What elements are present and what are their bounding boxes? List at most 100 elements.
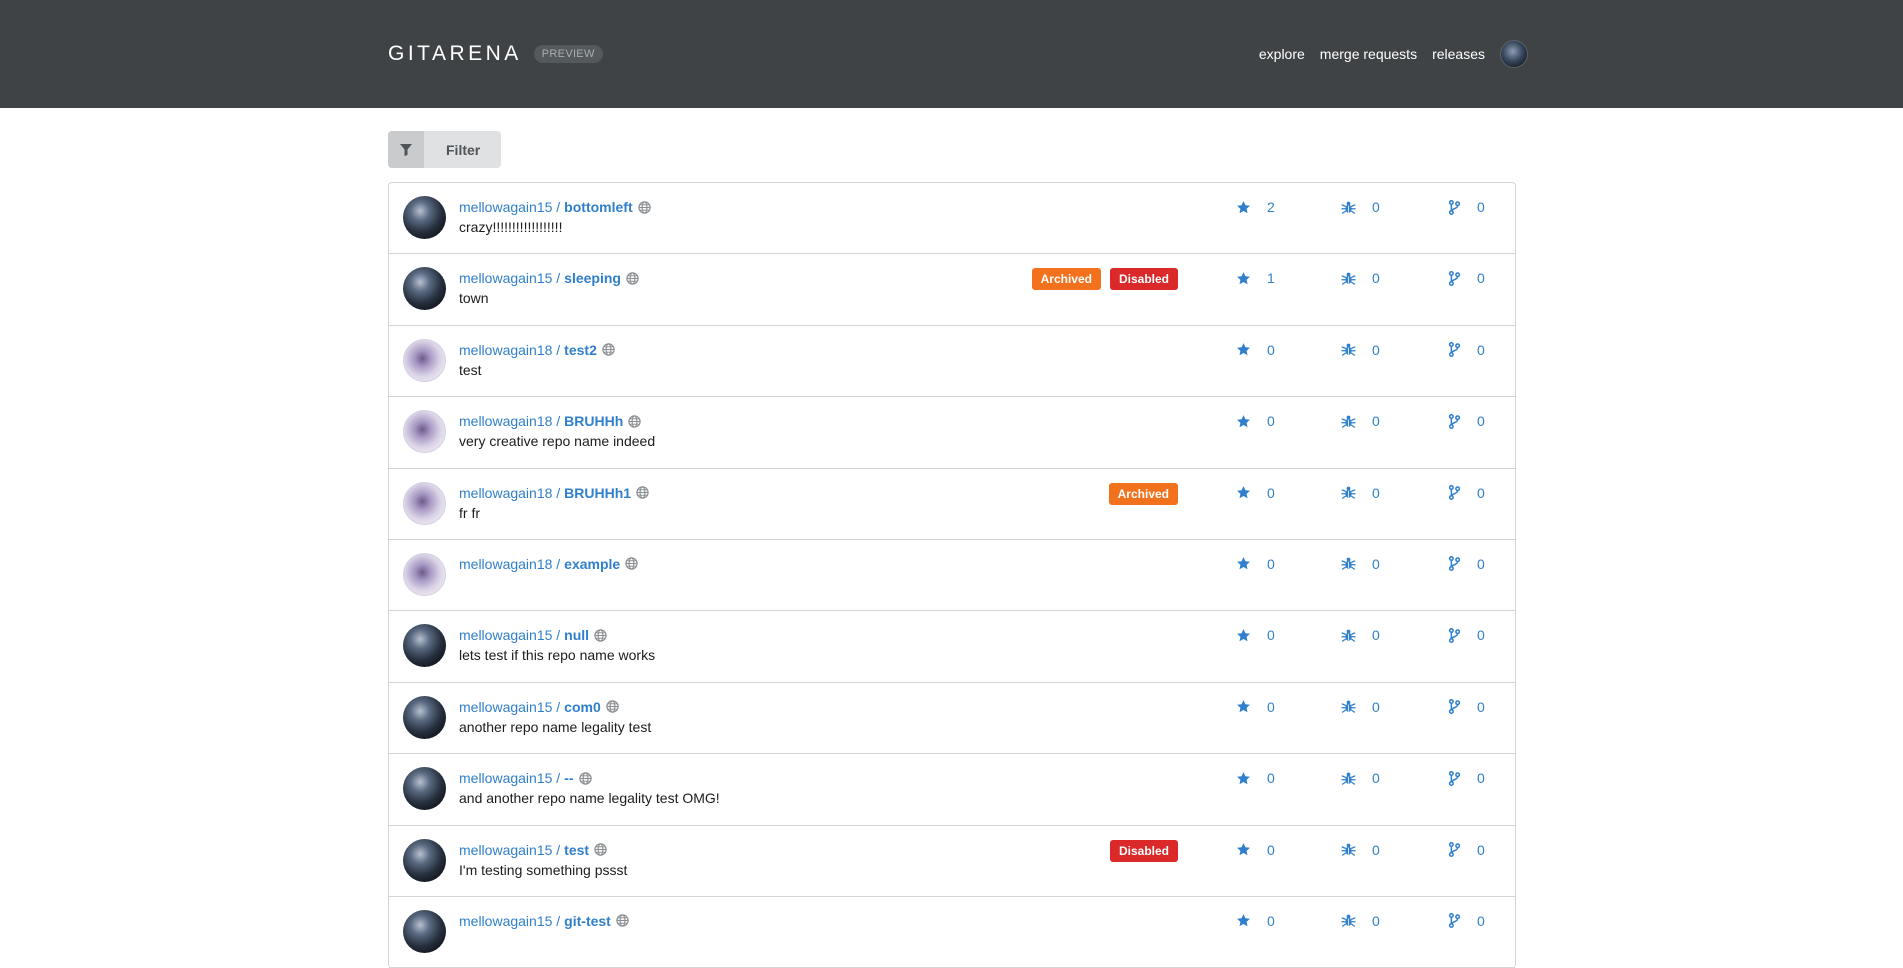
stars-count[interactable]: 0	[1236, 627, 1275, 643]
stars-value: 2	[1267, 199, 1275, 215]
repo-owner-link[interactable]: mellowagain15 /	[459, 697, 560, 717]
merge-requests-count[interactable]: 0	[1448, 199, 1485, 215]
repo-owner-link[interactable]: mellowagain15 /	[459, 768, 560, 788]
owner-avatar[interactable]	[403, 196, 446, 239]
repo-owner-link[interactable]: mellowagain15 /	[459, 625, 560, 645]
repo-name-link[interactable]: BRUHHh	[564, 411, 623, 431]
issues-count[interactable]: 0	[1341, 770, 1380, 786]
repo-title: mellowagain18 / BRUHHh1	[459, 483, 649, 503]
merge-requests-value: 0	[1477, 270, 1485, 287]
issues-count[interactable]: 0	[1341, 485, 1380, 501]
repo-name-link[interactable]: com0	[564, 697, 601, 717]
star-icon	[1236, 628, 1259, 643]
owner-avatar[interactable]	[403, 552, 446, 596]
repo-row: mellowagain15 / test I'm testing somethi…	[389, 826, 1515, 897]
user-avatar[interactable]	[1500, 40, 1528, 68]
merge-requests-count[interactable]: 0	[1448, 413, 1485, 429]
globe-icon	[602, 343, 615, 356]
merge-requests-value: 0	[1477, 484, 1485, 501]
issues-count[interactable]: 0	[1341, 842, 1380, 858]
merge-requests-count[interactable]: 0	[1448, 699, 1485, 715]
owner-avatar[interactable]	[403, 267, 446, 311]
stars-count[interactable]: 1	[1236, 270, 1275, 286]
stars-value: 1	[1267, 270, 1275, 287]
issues-count[interactable]: 0	[1341, 556, 1380, 572]
owner-avatar[interactable]	[403, 481, 446, 525]
merge-requests-count[interactable]: 0	[1448, 270, 1485, 286]
repo-owner-link[interactable]: mellowagain18 /	[459, 411, 560, 431]
owner-avatar[interactable]	[403, 838, 446, 882]
disabled-badge: Disabled	[1109, 268, 1178, 291]
issues-count[interactable]: 0	[1341, 699, 1380, 715]
stars-count[interactable]: 0	[1236, 342, 1275, 358]
merge-requests-count[interactable]: 0	[1448, 842, 1485, 858]
stars-count[interactable]: 0	[1236, 842, 1275, 858]
merge-requests-count[interactable]: 0	[1448, 770, 1485, 786]
stars-count[interactable]: 0	[1236, 770, 1275, 786]
repo-main: mellowagain15 / bottomleft crazy!!!!!!!!…	[459, 197, 651, 237]
brand[interactable]: GITARENA PREVIEW	[388, 42, 603, 66]
repo-name-link[interactable]: bottomleft	[564, 197, 632, 217]
issues-value: 0	[1372, 841, 1380, 858]
issues-count[interactable]: 0	[1341, 627, 1380, 643]
repo-owner-link[interactable]: mellowagain18 /	[459, 554, 560, 574]
merge-requests-count[interactable]: 0	[1448, 913, 1485, 929]
owner-avatar[interactable]	[403, 767, 446, 811]
filter-button[interactable]: Filter	[388, 131, 502, 168]
repo-owner-link[interactable]: mellowagain15 /	[459, 197, 560, 217]
owner-avatar[interactable]	[403, 909, 446, 953]
globe-icon	[606, 700, 619, 713]
repo-name-link[interactable]: git-test	[564, 911, 611, 931]
merge-icon	[1448, 699, 1469, 715]
repo-title: mellowagain15 / sleeping	[459, 268, 639, 288]
merge-icon	[1448, 199, 1469, 215]
star-icon	[1236, 842, 1259, 857]
star-icon	[1236, 271, 1259, 286]
stars-count[interactable]: 0	[1236, 913, 1275, 929]
bug-icon	[1341, 485, 1364, 500]
repo-name-link[interactable]: BRUHHh1	[564, 483, 631, 503]
nav-releases[interactable]: releases	[1432, 46, 1485, 62]
repo-name-link[interactable]: test2	[564, 340, 597, 360]
repo-name-link[interactable]: null	[564, 625, 589, 645]
issues-count[interactable]: 0	[1341, 413, 1380, 429]
owner-avatar[interactable]	[403, 410, 446, 454]
preview-badge: PREVIEW	[533, 45, 603, 63]
merge-requests-value: 0	[1477, 341, 1485, 358]
nav-merge-requests[interactable]: merge requests	[1320, 46, 1417, 62]
merge-requests-count[interactable]: 0	[1448, 342, 1485, 358]
repo-name-link[interactable]: example	[564, 554, 620, 574]
repo-owner-link[interactable]: mellowagain15 /	[459, 911, 560, 931]
repo-owner-link[interactable]: mellowagain18 /	[459, 483, 560, 503]
repo-row: mellowagain18 / example 0 0 0	[389, 540, 1515, 612]
merge-requests-count[interactable]: 0	[1448, 627, 1485, 643]
repo-name-link[interactable]: sleeping	[564, 268, 621, 288]
stars-count[interactable]: 0	[1236, 413, 1275, 429]
bug-icon	[1341, 842, 1364, 857]
star-icon	[1236, 342, 1259, 357]
owner-avatar[interactable]	[403, 338, 446, 382]
repo-description: another repo name legality test	[459, 718, 652, 735]
issues-count[interactable]: 0	[1341, 913, 1380, 929]
repo-owner-link[interactable]: mellowagain18 /	[459, 340, 560, 360]
repo-owner-link[interactable]: mellowagain15 /	[459, 268, 560, 288]
merge-requests-count[interactable]: 0	[1448, 556, 1485, 572]
repo-owner-link[interactable]: mellowagain15 /	[459, 840, 560, 860]
repo-name-link[interactable]: --	[564, 768, 573, 788]
stars-value: 0	[1267, 341, 1275, 358]
issues-count[interactable]: 0	[1341, 342, 1380, 358]
stars-count[interactable]: 0	[1236, 556, 1275, 572]
stars-count[interactable]: 0	[1236, 699, 1275, 715]
owner-avatar[interactable]	[403, 624, 446, 668]
brand-name[interactable]: GITARENA	[388, 42, 522, 66]
repo-name-link[interactable]: test	[564, 840, 589, 860]
repo-row: mellowagain18 / BRUHHh very creative rep…	[389, 397, 1515, 469]
issues-count[interactable]: 0	[1341, 199, 1380, 215]
repo-main: mellowagain15 / com0 another repo name l…	[459, 697, 651, 737]
merge-requests-count[interactable]: 0	[1448, 485, 1485, 501]
stars-count[interactable]: 2	[1236, 199, 1275, 215]
stars-count[interactable]: 0	[1236, 485, 1275, 501]
owner-avatar[interactable]	[403, 695, 446, 739]
issues-count[interactable]: 0	[1341, 270, 1380, 286]
nav-explore[interactable]: explore	[1259, 46, 1305, 62]
